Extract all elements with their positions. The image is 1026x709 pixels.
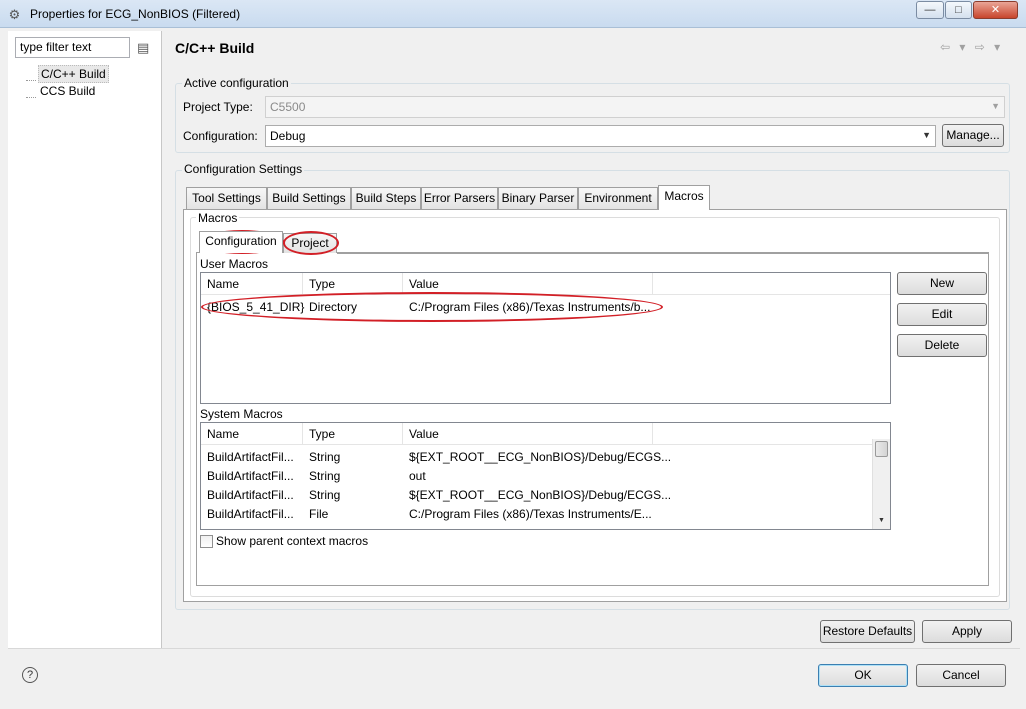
table-row[interactable]: BuildArtifactFil... String out: [201, 468, 871, 487]
project-type-value: C5500: [270, 100, 306, 114]
tree-connector: [26, 80, 36, 81]
chevron-down-icon: ▼: [991, 101, 1000, 111]
app-icon: ⚙: [8, 7, 21, 22]
scrollbar-thumb[interactable]: [875, 441, 888, 457]
new-button[interactable]: New: [897, 272, 987, 295]
macro-value-cell: ${EXT_ROOT__ECG_NonBIOS}/Debug/ECGS...: [409, 450, 672, 464]
tab-error-parsers[interactable]: Error Parsers: [421, 187, 498, 209]
system-macros-table[interactable]: Name Type Value BuildArtifactFil... Stri…: [200, 422, 891, 530]
configuration-value: Debug: [270, 129, 306, 143]
table-row[interactable]: BuildArtifactFil... File C:/Program File…: [201, 506, 871, 525]
table-row[interactable]: BuildArtifactFil... String ${EXT_ROOT__E…: [201, 449, 871, 468]
user-macros-label: User Macros: [200, 257, 269, 271]
table-header: Name Type Value: [201, 273, 890, 295]
maximize-button[interactable]: □: [945, 1, 972, 19]
close-button[interactable]: ✕: [973, 1, 1018, 19]
project-type-combo: C5500 ▼: [265, 96, 1005, 118]
macro-value-cell: out: [409, 469, 426, 483]
show-parent-checkbox[interactable]: [200, 535, 213, 548]
macro-name-cell: BuildArtifactFil...: [207, 450, 294, 464]
page-title: C/C++ Build: [175, 40, 255, 56]
macro-type-cell: Directory: [309, 300, 358, 314]
project-type-label: Project Type:: [183, 100, 253, 114]
macro-type-cell: String: [309, 469, 341, 483]
column-header-name[interactable]: Name: [201, 423, 303, 445]
show-parent-label[interactable]: Show parent context macros: [216, 534, 368, 548]
subtab-configuration[interactable]: Configuration: [199, 231, 283, 253]
macro-name-cell: BuildArtifactFil...: [207, 507, 294, 521]
tree-item-cc-build[interactable]: C/C++ Build: [38, 65, 109, 83]
vertical-scrollbar[interactable]: ▼: [872, 439, 890, 529]
active-config-label: Active configuration: [182, 76, 291, 90]
cancel-button[interactable]: Cancel: [916, 664, 1006, 687]
subtab-project[interactable]: Project: [283, 233, 337, 253]
edit-button[interactable]: Edit: [897, 303, 987, 326]
column-header-value[interactable]: Value: [403, 273, 653, 295]
macro-value-cell: C:/Program Files (x86)/Texas Instruments…: [409, 300, 651, 314]
nav-arrows[interactable]: ⇦ ▾ ⇨ ▾: [940, 40, 1003, 54]
ok-button[interactable]: OK: [818, 664, 908, 687]
configuration-label: Configuration:: [183, 129, 258, 143]
macros-group-label: Macros: [196, 211, 240, 225]
apply-button[interactable]: Apply: [922, 620, 1012, 643]
config-settings-label: Configuration Settings: [182, 162, 305, 176]
chevron-down-icon: ▼: [922, 130, 931, 140]
macro-value-cell: ${EXT_ROOT__ECG_NonBIOS}/Debug/ECGS...: [409, 488, 672, 502]
filter-input[interactable]: type filter text: [15, 37, 130, 58]
configuration-combo[interactable]: Debug ▼: [265, 125, 936, 147]
restore-defaults-button[interactable]: Restore Defaults: [820, 620, 915, 643]
minimize-button[interactable]: —: [916, 1, 944, 19]
delete-button[interactable]: Delete: [897, 334, 987, 357]
left-pane: [8, 31, 162, 648]
user-macros-table[interactable]: Name Type Value {BIOS_5_41_DIR} Director…: [200, 272, 891, 404]
column-header-name[interactable]: Name: [201, 273, 303, 295]
macro-type-cell: String: [309, 450, 341, 464]
table-row[interactable]: BuildArtifactFil... String ${EXT_ROOT__E…: [201, 487, 871, 506]
scroll-down-icon[interactable]: ▼: [873, 517, 890, 524]
tab-build-steps[interactable]: Build Steps: [351, 187, 421, 209]
subtab-strip-line: [337, 253, 989, 254]
table-header: Name Type Value: [201, 423, 890, 445]
column-header-type[interactable]: Type: [303, 423, 403, 445]
tab-binary-parser[interactable]: Binary Parser: [498, 187, 578, 209]
tree-item-ccs-build[interactable]: CCS Build: [38, 83, 97, 99]
help-icon[interactable]: ?: [22, 667, 38, 683]
footer-divider: [8, 648, 1020, 649]
tab-tool-settings[interactable]: Tool Settings: [186, 187, 267, 209]
macro-name-cell: {BIOS_5_41_DIR}: [207, 300, 305, 314]
macro-type-cell: String: [309, 488, 341, 502]
macro-name-cell: BuildArtifactFil...: [207, 469, 294, 483]
clear-filter-icon[interactable]: ▤: [137, 40, 153, 56]
macro-name-cell: BuildArtifactFil...: [207, 488, 294, 502]
tab-macros[interactable]: Macros: [658, 185, 710, 210]
manage-button[interactable]: Manage...: [942, 124, 1004, 147]
macro-value-cell: C:/Program Files (x86)/Texas Instruments…: [409, 507, 652, 521]
tab-build-settings[interactable]: Build Settings: [267, 187, 351, 209]
tree-connector: [26, 97, 36, 98]
macro-type-cell: File: [309, 507, 329, 521]
column-header-type[interactable]: Type: [303, 273, 403, 295]
title-bar: ⚙ Properties for ECG_NonBIOS (Filtered) …: [0, 0, 1026, 28]
window-title: Properties for ECG_NonBIOS (Filtered): [30, 7, 241, 21]
table-row[interactable]: {BIOS_5_41_DIR} Directory C:/Program Fil…: [201, 297, 890, 317]
tab-environment[interactable]: Environment: [578, 187, 658, 209]
column-header-value[interactable]: Value: [403, 423, 653, 445]
system-macros-label: System Macros: [200, 407, 283, 421]
